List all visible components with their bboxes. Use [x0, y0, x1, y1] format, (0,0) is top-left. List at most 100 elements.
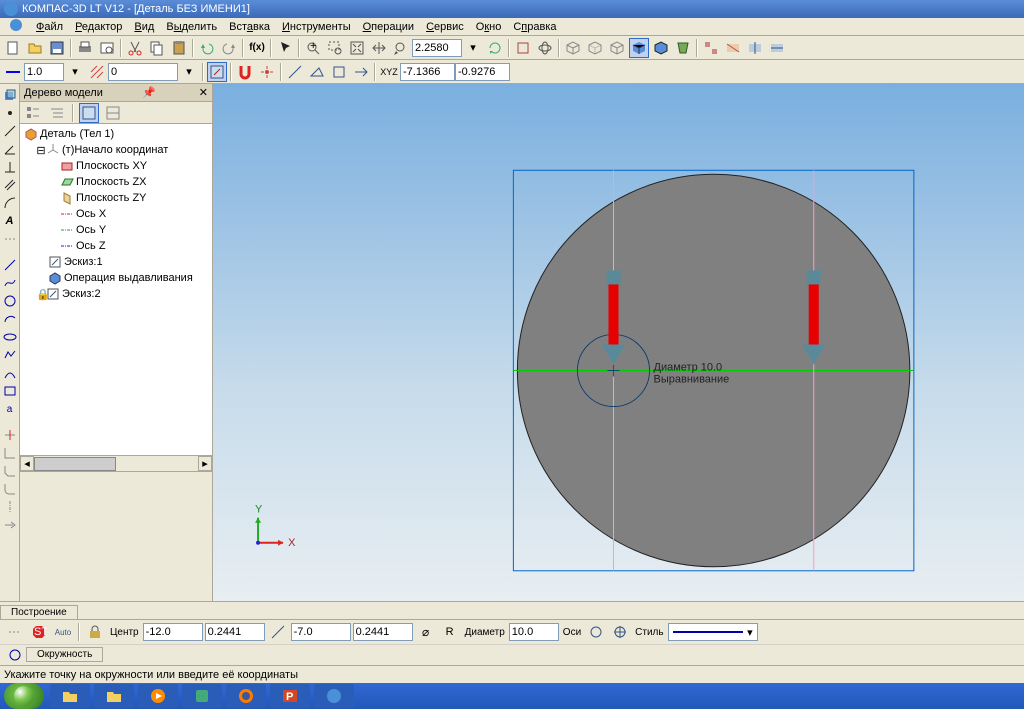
tree-pin-icon[interactable]: 📌: [142, 86, 156, 99]
diam-icon[interactable]: ⌀: [416, 622, 436, 642]
vt-axis2-icon[interactable]: [1, 498, 19, 516]
rotate-button[interactable]: [535, 38, 555, 58]
start-button[interactable]: [4, 683, 44, 709]
preview-button[interactable]: [97, 38, 117, 58]
paste-button[interactable]: [169, 38, 189, 58]
prop-ghost-icon[interactable]: [5, 622, 25, 642]
hidden-lines-button[interactable]: [585, 38, 605, 58]
ortho-xy-button[interactable]: [513, 38, 533, 58]
tree-sketch1[interactable]: Эскиз:1: [22, 254, 210, 270]
tree-hscroll[interactable]: ◂ ▸: [20, 455, 212, 471]
tool-d[interactable]: [351, 62, 371, 82]
vt-line2-icon[interactable]: [1, 256, 19, 274]
section2-button[interactable]: [745, 38, 765, 58]
tree-plane-xy[interactable]: Плоскость XY: [22, 158, 210, 174]
line-val2-dropdown[interactable]: ▾: [179, 62, 199, 82]
vt-extrude-icon[interactable]: [1, 86, 19, 104]
vt-bezier-icon[interactable]: [1, 364, 19, 382]
task-media[interactable]: [138, 684, 178, 708]
tree-root[interactable]: Деталь (Тел 1): [22, 126, 210, 142]
wireframe-button[interactable]: [563, 38, 583, 58]
shaded-edges-button[interactable]: [651, 38, 671, 58]
vt-arc2-icon[interactable]: [1, 310, 19, 328]
line-val1-dropdown[interactable]: ▾: [65, 62, 85, 82]
vt-perp-icon[interactable]: [1, 158, 19, 176]
no-hidden-button[interactable]: [607, 38, 627, 58]
print-button[interactable]: [75, 38, 95, 58]
tool-a[interactable]: [285, 62, 305, 82]
prop-auto-icon[interactable]: Auto: [53, 622, 73, 642]
menu-help[interactable]: Справка: [509, 20, 560, 34]
point-lock-icon[interactable]: [268, 622, 288, 642]
save-button[interactable]: [47, 38, 67, 58]
tree-sketch2[interactable]: 🔒 Эскиз:2: [22, 286, 210, 302]
hatch-icon[interactable]: [87, 62, 107, 82]
vt-extend-icon[interactable]: [1, 516, 19, 534]
vt-point-icon[interactable]: [1, 104, 19, 122]
undo-button[interactable]: [197, 38, 217, 58]
vt-parallel-icon[interactable]: [1, 176, 19, 194]
perspective-button[interactable]: [673, 38, 693, 58]
menu-operations[interactable]: Операции: [359, 20, 418, 34]
zoom-window-button[interactable]: [325, 38, 345, 58]
diam-input[interactable]: [509, 623, 559, 641]
axes-on-icon[interactable]: [610, 622, 630, 642]
axes-off-icon[interactable]: [586, 622, 606, 642]
new-button[interactable]: [3, 38, 23, 58]
refresh-button[interactable]: [485, 38, 505, 58]
snap-button[interactable]: [257, 62, 277, 82]
section-button[interactable]: [723, 38, 743, 58]
vt-circle-icon[interactable]: [1, 292, 19, 310]
zoom-in-button[interactable]: +: [303, 38, 323, 58]
tree-mode2-icon[interactable]: [47, 103, 67, 123]
prop-stop-icon[interactable]: STOP: [29, 622, 49, 642]
copy-button[interactable]: [147, 38, 167, 58]
circle-icon[interactable]: [5, 645, 25, 665]
menu-tools[interactable]: Инструменты: [278, 20, 355, 34]
tree-axis-x[interactable]: Ось X: [22, 206, 210, 222]
vt-letter-icon[interactable]: a: [1, 400, 19, 418]
zoom-value-input[interactable]: [412, 39, 462, 57]
menu-file[interactable]: ФФайлайл: [32, 20, 67, 34]
viewport[interactable]: Диаметр 10.0 Выравнивание X Y: [213, 84, 1024, 601]
tree-mode4-icon[interactable]: [103, 103, 123, 123]
vt-axis-icon[interactable]: [1, 230, 19, 248]
menu-insert[interactable]: Вставка: [225, 20, 274, 34]
vt-fillet-icon[interactable]: [1, 480, 19, 498]
line-val2-input[interactable]: [108, 63, 178, 81]
menu-edit[interactable]: Редактор: [71, 20, 126, 34]
pan-button[interactable]: [369, 38, 389, 58]
task-app1[interactable]: [182, 684, 222, 708]
point-y-input[interactable]: [353, 623, 413, 641]
zoom-fit-button[interactable]: [347, 38, 367, 58]
tree-origin[interactable]: ⊟ (т)Начало координат: [22, 142, 210, 158]
sketch-button[interactable]: [207, 62, 227, 82]
vt-polyline-icon[interactable]: [1, 346, 19, 364]
cursor-button[interactable]: [275, 38, 295, 58]
rad-icon[interactable]: R: [440, 622, 460, 642]
tree-axis-y[interactable]: Ось Y: [22, 222, 210, 238]
menu-window[interactable]: Окно: [472, 20, 506, 34]
vt-trim-icon[interactable]: [1, 426, 19, 444]
xyz-button[interactable]: XYZ: [379, 62, 399, 82]
simplified-button[interactable]: [701, 38, 721, 58]
section3-button[interactable]: [767, 38, 787, 58]
zoom-dropdown[interactable]: ▾: [463, 38, 483, 58]
vt-chamfer-icon[interactable]: [1, 462, 19, 480]
menu-service[interactable]: Сервис: [422, 20, 468, 34]
line-val1-input[interactable]: [24, 63, 64, 81]
vt-ellipse-icon[interactable]: [1, 328, 19, 346]
tree-plane-zy[interactable]: Плоскость ZY: [22, 190, 210, 206]
task-powerpoint[interactable]: P: [270, 684, 310, 708]
app-menu-icon[interactable]: [4, 16, 28, 37]
task-folder[interactable]: [94, 684, 134, 708]
center-x-input[interactable]: [143, 623, 203, 641]
tree-axis-z[interactable]: Ось Z: [22, 238, 210, 254]
vt-rect-icon[interactable]: [1, 382, 19, 400]
menu-select[interactable]: Выделить: [162, 20, 221, 34]
tree-extrude[interactable]: Операция выдавливания: [22, 270, 210, 286]
vt-text-icon[interactable]: A: [1, 212, 19, 230]
tool-b[interactable]: [307, 62, 327, 82]
snap-magnet-button[interactable]: [235, 62, 255, 82]
task-explorer[interactable]: [50, 684, 90, 708]
